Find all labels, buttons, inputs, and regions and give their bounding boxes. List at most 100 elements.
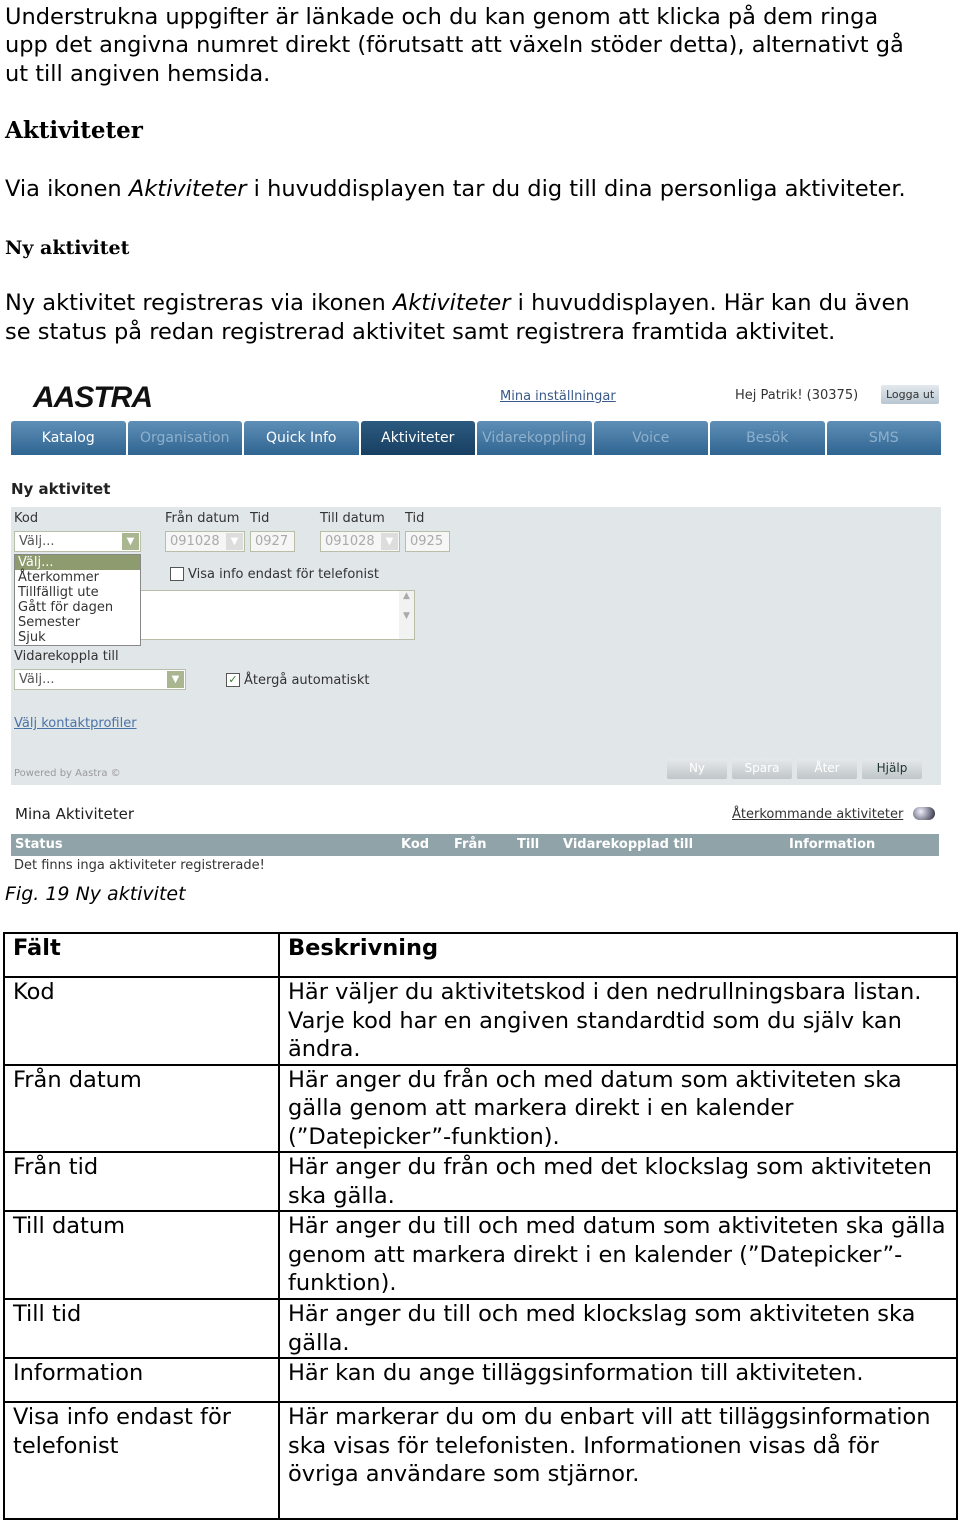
- logout-button[interactable]: Logga ut: [881, 385, 940, 404]
- col-status: Status: [15, 837, 63, 852]
- table-row: Från tid Här anger du från och med det kl…: [3, 1151, 958, 1212]
- tab-organisation[interactable]: Organisation: [127, 421, 242, 455]
- col-till: Till: [517, 837, 540, 852]
- field-name: Visa info endast för telefonist: [3, 1401, 280, 1520]
- till-datum-picker[interactable]: 091028 ▼: [320, 531, 400, 552]
- vidarekoppla-value: Välj...: [19, 672, 55, 687]
- recurring-icon[interactable]: [913, 807, 935, 820]
- settings-link[interactable]: Mina inställningar: [500, 389, 616, 404]
- form-panel: [11, 507, 941, 785]
- ater-button[interactable]: Åter: [797, 758, 857, 779]
- kontaktprofiler-link[interactable]: Välj kontaktprofiler: [14, 716, 137, 731]
- field-description: Här väljer du aktivitetskod i den nedrul…: [278, 976, 958, 1066]
- vidarekoppla-select[interactable]: Välj... ▼: [14, 669, 186, 690]
- kod-option[interactable]: Gått för dagen: [15, 600, 140, 615]
- label-fran-datum: Från datum: [165, 511, 240, 526]
- fran-datum-value: 091028: [170, 534, 220, 549]
- field-name: Information: [3, 1357, 280, 1403]
- field-description: Här anger du från och med datum som akti…: [278, 1063, 958, 1153]
- hjalp-button[interactable]: Hjälp: [862, 758, 922, 779]
- till-tid-input[interactable]: 0925: [405, 531, 450, 552]
- tab-katalog[interactable]: Katalog: [11, 421, 126, 455]
- tab-sms[interactable]: SMS: [826, 421, 941, 455]
- kod-option[interactable]: Återkommer: [15, 570, 140, 585]
- col-vidarekopplad: Vidarekopplad till: [563, 837, 694, 852]
- field-description: Här kan du ange tilläggsinformation till…: [278, 1357, 958, 1403]
- field-description-table: Fält Beskrivning Kod Här väljer du aktivit…: [3, 932, 958, 1520]
- label-vidarekoppla: Vidarekoppla till: [14, 649, 119, 664]
- heading-ny-aktivitet: Ny aktivitet: [5, 237, 130, 259]
- tab-voice[interactable]: Voice: [593, 421, 708, 455]
- header-beskrivning: Beskrivning: [278, 932, 958, 978]
- tab-besok[interactable]: Besök: [710, 421, 825, 455]
- kod-option[interactable]: Semester: [15, 615, 140, 630]
- greeting: Hej Patrik! (30375): [735, 388, 859, 403]
- intro-line: ut till angiven hemsida.: [5, 61, 271, 87]
- powered-by: Powered by Aastra ©: [14, 768, 121, 779]
- fran-tid-input[interactable]: 0927: [250, 531, 295, 552]
- table-header-row: Fält Beskrivning: [3, 932, 958, 978]
- text: Ny aktivitet registreras via ikonen: [5, 290, 393, 316]
- kod-dropdown-list: Välj... Återkommer Tillfälligt ute Gått …: [14, 554, 141, 646]
- kod-option[interactable]: Sjuk: [15, 630, 140, 645]
- field-description: Här markerar du om du enbart vill att ti…: [278, 1401, 958, 1520]
- fran-datum-picker[interactable]: 091028 ▼: [165, 531, 245, 552]
- chevron-down-icon: ▼: [381, 533, 398, 550]
- atergaa-label: Återgå automatiskt: [244, 673, 370, 688]
- label-tid: Tid: [250, 511, 270, 526]
- col-information: Information: [789, 837, 876, 852]
- main-nav: Katalog Organisation Quick Info Aktivite…: [11, 421, 941, 455]
- chevron-down-icon: ▼: [167, 671, 184, 688]
- table-row: Kod Här väljer du aktivitetskod i den ned…: [3, 976, 958, 1066]
- field-name: Kod: [3, 976, 280, 1066]
- table-row: Från datum Här anger du från och med datu…: [3, 1063, 958, 1153]
- field-description: Här anger du till och med datum som akti…: [278, 1210, 958, 1300]
- col-kod: Kod: [401, 837, 430, 852]
- text: Via ikonen: [5, 176, 129, 202]
- label-tid: Tid: [405, 511, 425, 526]
- information-textarea[interactable]: ▲ ▼: [135, 590, 415, 640]
- table-row: Visa info endast för telefonist Här marke…: [3, 1401, 958, 1520]
- chevron-down-icon: ▼: [122, 533, 139, 550]
- tab-vidarekoppling[interactable]: Vidarekoppling: [477, 421, 592, 455]
- table-row: Till datum Här anger du till och med datu…: [3, 1210, 958, 1300]
- kod-option[interactable]: Tillfälligt ute: [15, 585, 140, 600]
- spara-button[interactable]: Spara: [732, 758, 792, 779]
- field-description: Här anger du från och med det klockslag …: [278, 1151, 958, 1212]
- paragraph-ny-aktivitet: Ny aktivitet registreras via ikonen Akti…: [5, 289, 910, 318]
- ny-button[interactable]: Ny: [667, 758, 727, 779]
- heading-aktiviteter: Aktiviteter: [5, 117, 143, 144]
- field-name: Från tid: [3, 1151, 280, 1212]
- tab-quick-info[interactable]: Quick Info: [244, 421, 359, 455]
- activities-table-header: Status Kod Från Till Vidarekopplad till …: [11, 834, 939, 856]
- col-fran: Från: [454, 837, 487, 852]
- scrollbar[interactable]: ▲ ▼: [399, 591, 414, 639]
- tab-aktiviteter[interactable]: Aktiviteter: [360, 421, 475, 455]
- label-kod: Kod: [14, 511, 39, 526]
- field-description: Här anger du till och med klockslag som …: [278, 1298, 958, 1359]
- text-emphasis: Aktiviteter: [128, 176, 247, 202]
- text-emphasis: Aktiviteter: [392, 290, 511, 316]
- visa-info-label: Visa info endast för telefonist: [188, 567, 380, 582]
- paragraph-line: se status på redan registrerad aktivitet…: [5, 319, 836, 345]
- field-name: Från datum: [3, 1063, 280, 1153]
- visa-info-checkbox[interactable]: [170, 567, 184, 581]
- figure-caption: Fig. 19 Ny aktivitet: [5, 883, 186, 905]
- chevron-down-icon: ▼: [226, 533, 243, 550]
- atergaa-checkbox[interactable]: ✓: [226, 673, 240, 687]
- header-falt: Fält: [3, 932, 280, 978]
- table-row: Information Här kan du ange tilläggsinfor…: [3, 1357, 958, 1403]
- embedded-screenshot: AASTRA Mina inställningar Hej Patrik! (3…: [5, 375, 945, 880]
- text: i huvuddisplayen tar du dig till dina pe…: [246, 176, 906, 202]
- text: i huvuddisplayen. Här kan du även: [510, 290, 910, 316]
- table-row: Till tid Här anger du till och med klocks…: [3, 1298, 958, 1359]
- kod-select[interactable]: Välj... ▼: [14, 531, 141, 552]
- intro-line: Understrukna uppgifter är länkade och du…: [5, 4, 879, 30]
- field-name: Till tid: [3, 1298, 280, 1359]
- empty-message: Det finns inga aktiviteter registrerade!: [14, 858, 265, 873]
- paragraph-aktiviteter: Via ikonen Aktiviteter i huvuddisplayen …: [5, 175, 906, 204]
- kod-option[interactable]: Välj...: [15, 555, 140, 570]
- label-till-datum: Till datum: [320, 511, 385, 526]
- recurring-link[interactable]: Återkommande aktiviteter: [732, 807, 903, 822]
- aastra-logo: AASTRA: [33, 381, 153, 414]
